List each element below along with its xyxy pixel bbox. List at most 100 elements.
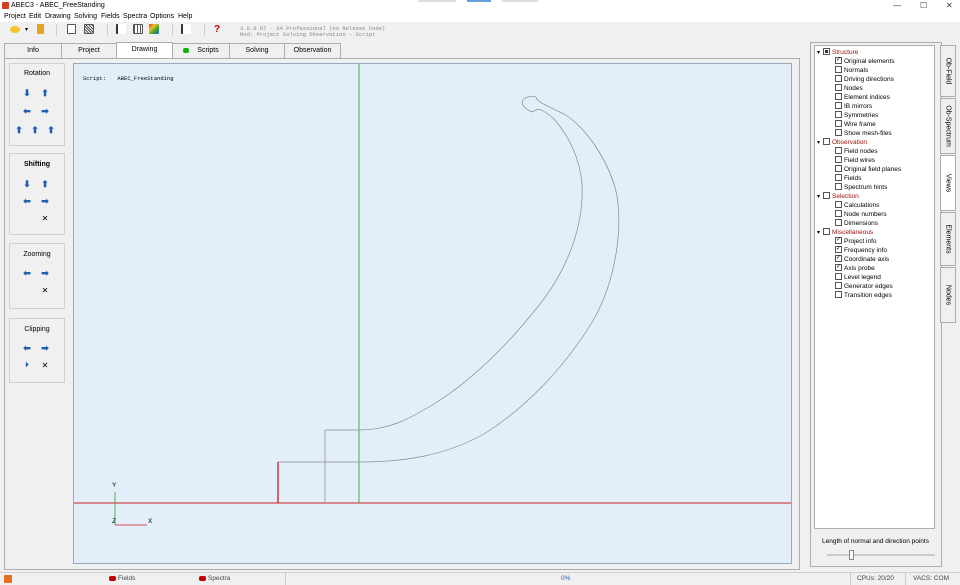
option-checkbox[interactable]: ✓ (835, 254, 842, 262)
menu-help[interactable]: Help (178, 13, 192, 20)
tree-item[interactable]: ✓ Original elements (835, 56, 895, 66)
tree-item[interactable]: ✓ Frequency info (835, 245, 887, 255)
shift-right-icon[interactable]: ➡ (40, 197, 50, 206)
clip-left-icon[interactable]: ⬅ (22, 344, 32, 353)
tab-project[interactable]: Project (61, 43, 117, 58)
shift-up-icon[interactable]: ⬆ (40, 180, 50, 189)
menu-project[interactable]: Project (4, 13, 26, 20)
category-checkbox[interactable] (823, 137, 830, 145)
tree-item[interactable]: Field wires (835, 155, 875, 165)
tab-scripts[interactable]: Scripts (172, 43, 230, 58)
tab-observation[interactable]: Observation (284, 43, 341, 58)
slider-track[interactable] (827, 554, 935, 556)
color-map-icon[interactable] (149, 24, 159, 34)
tab-solving[interactable]: Solving (229, 43, 285, 58)
rotate-right-icon[interactable]: ➡ (40, 107, 50, 116)
option-checkbox[interactable] (835, 110, 842, 118)
option-checkbox[interactable]: ✓ (835, 245, 842, 253)
save-icon[interactable] (37, 24, 44, 34)
tree-category[interactable]: ▾ Selection (817, 191, 859, 201)
category-checkbox[interactable] (823, 191, 830, 199)
tab-drawing[interactable]: Drawing (116, 42, 173, 58)
tree-item[interactable]: Wire frame (835, 119, 876, 129)
tab-ob-spectrum[interactable]: Ob-Spectrum (940, 98, 956, 154)
rotate-up-icon[interactable]: ⬆ (40, 89, 50, 98)
minimize-button[interactable]: — (893, 1, 901, 10)
option-checkbox[interactable] (835, 218, 842, 226)
option-checkbox[interactable] (835, 83, 842, 91)
rotate-axis-z-icon[interactable]: ⬆ (46, 126, 56, 135)
option-checkbox[interactable]: ✓ (835, 56, 842, 64)
shift-left-icon[interactable]: ⬅ (22, 197, 32, 206)
option-checkbox[interactable] (835, 200, 842, 208)
views-tree[interactable]: ▾ Structure ✓ Original elements Normals Drivi… (814, 45, 935, 529)
tree-item[interactable]: Generator edges (835, 281, 893, 291)
zoom-out-icon[interactable]: ⬅ (22, 269, 32, 278)
option-checkbox[interactable] (835, 281, 842, 289)
slider-thumb[interactable] (848, 550, 854, 560)
tab-views[interactable]: Views (940, 155, 956, 211)
option-checkbox[interactable] (835, 101, 842, 109)
rotate-down-icon[interactable]: ⬇ (22, 89, 32, 98)
menu-edit[interactable]: Edit (29, 13, 41, 20)
mesh-icon[interactable] (84, 24, 94, 34)
tree-item[interactable]: Field nodes (835, 146, 878, 156)
menu-spectra[interactable]: Spectra (123, 13, 147, 20)
dropdown-arrow-icon[interactable]: ▾ (25, 26, 28, 33)
option-checkbox[interactable] (835, 65, 842, 73)
maximize-button[interactable]: ☐ (920, 1, 927, 10)
rotate-axis-y-icon[interactable]: ⬆ (30, 126, 40, 135)
spectra-status[interactable]: Spectra (199, 575, 230, 582)
option-checkbox[interactable] (835, 272, 842, 280)
tree-category[interactable]: ▾ Miscellaneous (817, 227, 873, 237)
clip-right-icon[interactable]: ➡ (40, 344, 50, 353)
tab-ob-field[interactable]: Ob-Field (940, 45, 956, 97)
tree-item[interactable]: ✓ Axis probe (835, 263, 875, 273)
menu-options[interactable]: Options (150, 13, 174, 20)
option-checkbox[interactable]: ✓ (835, 236, 842, 244)
tree-item[interactable]: Level legend (835, 272, 881, 282)
tree-category[interactable]: ▾ Structure (817, 47, 858, 57)
tree-item[interactable]: Driving directions (835, 74, 894, 84)
tab-info[interactable]: Info (4, 43, 62, 58)
solve-icon[interactable] (67, 24, 76, 34)
option-checkbox[interactable] (835, 92, 842, 100)
tree-category[interactable]: ▾ Observation (817, 137, 867, 147)
tree-item[interactable]: Original field planes (835, 164, 901, 174)
close-button[interactable]: ✕ (946, 1, 953, 10)
chart-icon[interactable] (116, 24, 126, 34)
tree-item[interactable]: ✓ Coordinate axis (835, 254, 889, 264)
tree-item[interactable]: Element indices (835, 92, 890, 102)
tree-item[interactable]: Show mesh-files (835, 128, 892, 138)
open-folder-icon[interactable] (10, 26, 20, 33)
shift-down-icon[interactable]: ⬇ (22, 180, 32, 189)
shift-reset-icon[interactable]: ✕ (40, 215, 50, 223)
option-checkbox[interactable]: ✓ (835, 263, 842, 271)
option-checkbox[interactable] (835, 155, 842, 163)
tab-nodes[interactable]: Nodes (940, 267, 956, 323)
category-checkbox[interactable] (823, 227, 830, 235)
menu-fields[interactable]: Fields (101, 13, 120, 20)
tree-item[interactable]: Calculations (835, 200, 879, 210)
tree-item[interactable]: IB mirrors (835, 101, 872, 111)
tree-item[interactable]: Symmetries (835, 110, 878, 120)
tree-item[interactable]: Normals (835, 65, 868, 75)
rotate-axis-x-icon[interactable]: ⬆ (14, 126, 24, 135)
tree-item[interactable]: Dimensions (835, 218, 878, 228)
tree-item[interactable]: Spectrum hints (835, 182, 887, 192)
script-run-icon[interactable] (181, 24, 191, 34)
option-checkbox[interactable] (835, 209, 842, 217)
option-checkbox[interactable] (835, 173, 842, 181)
option-checkbox[interactable] (835, 146, 842, 154)
tree-item[interactable]: Nodes (835, 83, 863, 93)
tree-item[interactable]: Fields (835, 173, 861, 183)
grid-icon[interactable] (133, 24, 143, 34)
tab-elements[interactable]: Elements (940, 212, 956, 266)
rotate-left-icon[interactable]: ⬅ (22, 107, 32, 116)
option-checkbox[interactable] (835, 164, 842, 172)
option-checkbox[interactable] (835, 74, 842, 82)
zoom-in-icon[interactable]: ➡ (40, 269, 50, 278)
option-checkbox[interactable] (835, 182, 842, 190)
menu-solving[interactable]: Solving (74, 13, 97, 20)
fields-status[interactable]: Fields (109, 575, 135, 582)
